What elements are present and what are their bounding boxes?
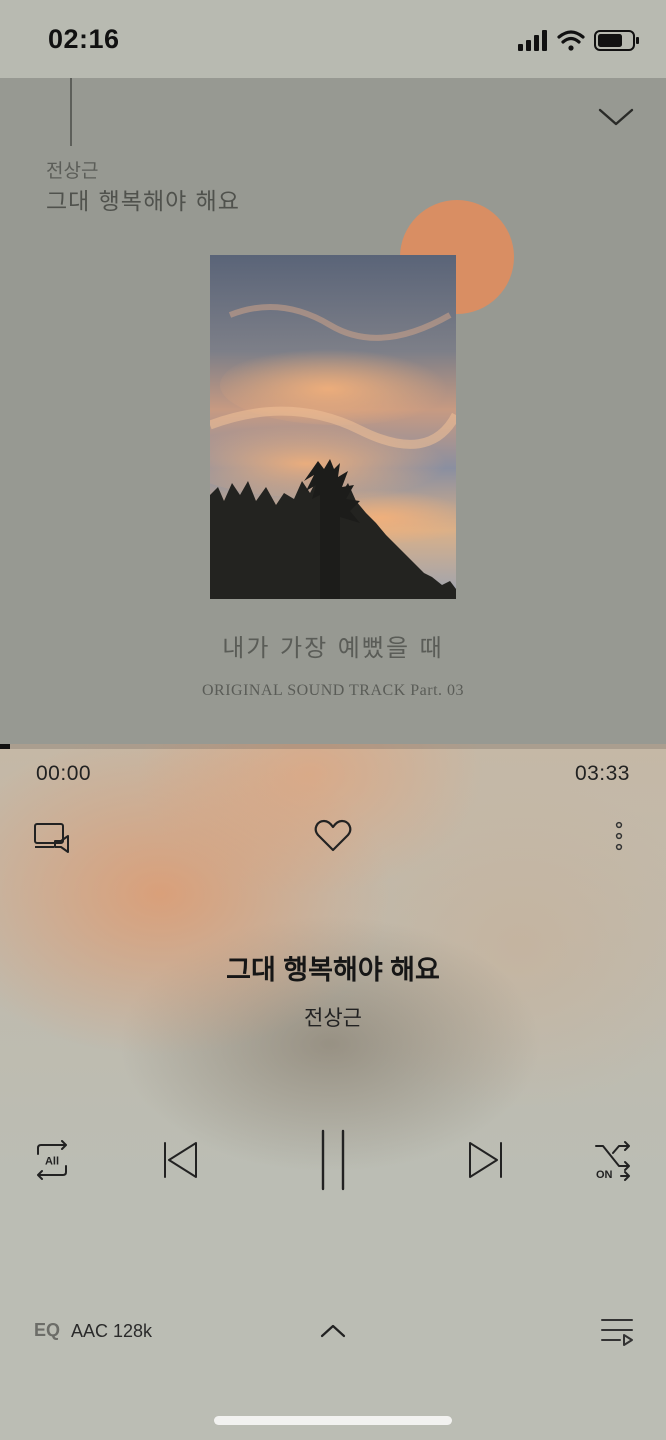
- repeat-mode-label: All: [45, 1156, 59, 1168]
- total-time: 03:33: [574, 762, 630, 785]
- repeat-all-icon: All: [37, 1140, 67, 1180]
- previous-track-button[interactable]: [158, 1138, 202, 1182]
- cast-device-icon: [34, 823, 69, 853]
- playlist-icon: [601, 1319, 633, 1346]
- pause-icon: [321, 1129, 345, 1191]
- shuffle-button[interactable]: ON: [592, 1138, 636, 1182]
- status-bar: 02:16: [0, 0, 666, 78]
- sunset-photo: [210, 255, 456, 599]
- cover-artist: 전상근: [46, 160, 99, 182]
- album-cover: 전상근 그대 행복해야 해요 내가 가장 예뻤을 때 ORIGINAL SOUN…: [0, 78, 666, 744]
- status-icons: [518, 28, 642, 54]
- like-button[interactable]: [313, 816, 353, 856]
- repeat-button[interactable]: All: [30, 1138, 74, 1182]
- cover-title: 그대 행복해야 해요: [46, 189, 240, 215]
- pause-button[interactable]: [309, 1128, 357, 1192]
- current-time: 00:00: [36, 762, 92, 785]
- battery-icon: [594, 30, 639, 51]
- codec-label: AAC 128k: [71, 1321, 153, 1341]
- album-name: 내가 가장 예뻤을 때: [222, 634, 444, 662]
- eq-button[interactable]: EQ: [34, 1320, 60, 1341]
- playlist-button[interactable]: [596, 1312, 638, 1352]
- more-vertical-icon: [615, 821, 623, 851]
- collapse-button[interactable]: [596, 102, 636, 132]
- cast-button[interactable]: [30, 816, 74, 856]
- progress-fill: [0, 744, 10, 749]
- progress-bar[interactable]: [0, 744, 666, 749]
- shuffle-icon: ON: [595, 1141, 630, 1181]
- chevron-up-icon: [320, 1324, 346, 1338]
- previous-track-icon: [164, 1142, 197, 1178]
- heart-icon: [314, 819, 352, 852]
- song-artist: 전상근: [304, 1007, 362, 1030]
- wifi-icon: [557, 30, 585, 51]
- signal-icon: [518, 30, 547, 51]
- song-title: 그대 행복해야 해요: [226, 955, 440, 985]
- cover-divider-line: [70, 78, 72, 146]
- status-time: 02:16: [48, 24, 120, 54]
- album-subtitle: ORIGINAL SOUND TRACK Part. 03: [201, 682, 465, 699]
- home-indicator[interactable]: [214, 1416, 452, 1425]
- chevron-down-icon: [598, 108, 634, 126]
- shuffle-state-label: ON: [596, 1169, 613, 1181]
- next-track-icon: [469, 1142, 502, 1178]
- more-options-button[interactable]: [604, 816, 634, 856]
- next-track-button[interactable]: [464, 1138, 508, 1182]
- player-panel: 00:00 03:33 그대 행복해야 해요 전상근 All ON EQ AAC…: [0, 744, 666, 1440]
- expand-lyrics-button[interactable]: [314, 1316, 352, 1346]
